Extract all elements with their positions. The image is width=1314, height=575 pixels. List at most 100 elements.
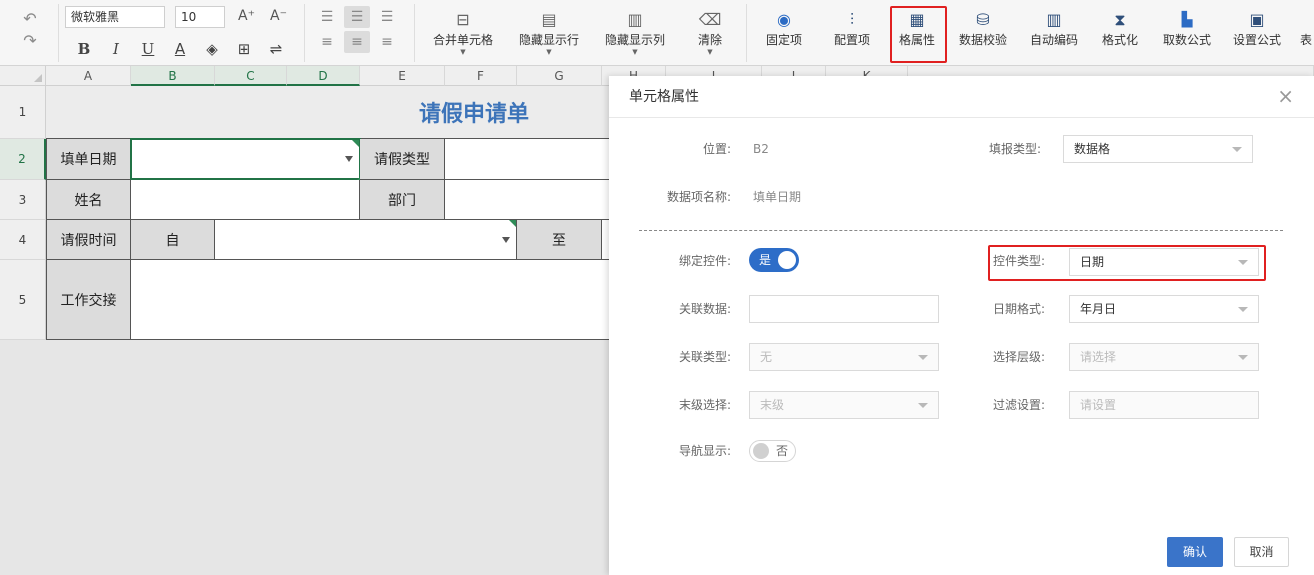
border-icon[interactable]: ⊞ [228, 38, 260, 60]
control-type-select[interactable]: 日期 [1069, 248, 1259, 276]
cell-from-input[interactable] [215, 220, 517, 260]
font-family-select[interactable]: 微软雅黑 [65, 6, 165, 28]
freeze-icon: ◉ [777, 10, 791, 29]
select-level-select[interactable]: 请选择 [1069, 343, 1259, 371]
date-format-select[interactable]: 年月日 [1069, 295, 1259, 323]
cell-marker-icon [509, 220, 516, 227]
font-size-select[interactable]: 10 [175, 6, 225, 28]
select-level-placeholder: 请选择 [1080, 350, 1117, 364]
cell-leave-type-label[interactable]: 请假类型 [360, 139, 445, 180]
chevron-down-icon[interactable] [502, 236, 510, 243]
redo-icon[interactable]: ↷ [14, 30, 46, 52]
align-left-icon[interactable]: ☰ [314, 6, 340, 28]
cancel-button[interactable]: 取消 [1234, 537, 1289, 567]
chevron-down-icon [1238, 355, 1248, 360]
confirm-button[interactable]: 确认 [1167, 537, 1223, 567]
cell-handover-label[interactable]: 工作交接 [46, 260, 131, 340]
config-label: 配置项 [833, 33, 870, 47]
cell-marker-icon [352, 140, 359, 147]
undo-icon[interactable]: ↶ [14, 8, 46, 30]
control-type-value: 日期 [1080, 255, 1105, 269]
text-format-group: B I U A ◈ ⊞ ⇌ [68, 38, 292, 60]
filter-input[interactable]: 请设置 [1069, 391, 1259, 419]
config-button[interactable]: ⫶ 配置项 [828, 8, 876, 60]
select-all-corner[interactable] [0, 66, 46, 86]
align-right-icon[interactable]: ☰ [374, 6, 400, 28]
divider [746, 4, 747, 62]
auto-code-button[interactable]: ▥ 自动编码 [1026, 8, 1082, 60]
column-header[interactable]: C [215, 66, 287, 86]
data-item-label: 数据项名称: [666, 190, 731, 204]
clear-label: 清除 [697, 33, 722, 47]
divider [304, 4, 305, 62]
valign-bottom-icon[interactable]: ≡ [374, 31, 400, 53]
related-type-select[interactable]: 无 [749, 343, 939, 371]
close-icon[interactable]: × [1277, 86, 1294, 106]
hide-columns-button[interactable]: ▥ 隐藏显示列 ▼ [602, 8, 668, 60]
table-icon [1298, 8, 1314, 32]
fill-type-select[interactable]: 数据格 [1063, 135, 1253, 163]
formatting-button[interactable]: ⧗ 格式化 [1096, 8, 1144, 60]
cell-name-input[interactable] [131, 180, 360, 220]
related-data-input[interactable] [749, 295, 939, 323]
chevron-down-icon [918, 355, 928, 360]
italic-button[interactable]: I [100, 38, 132, 60]
valign-middle-icon[interactable]: ≡ [344, 31, 370, 53]
related-type-label: 关联类型: [678, 350, 731, 364]
cell-leave-time-label[interactable]: 请假时间 [46, 220, 131, 260]
select-level-label: 选择层级: [992, 350, 1045, 364]
clear-button[interactable]: ⌫ 清除 ▼ [688, 8, 732, 60]
hide-rows-button[interactable]: ▤ 隐藏显示行 ▼ [516, 8, 582, 60]
column-header[interactable]: E [360, 66, 445, 86]
column-header[interactable]: A [46, 66, 131, 86]
chevron-down-icon[interactable] [345, 156, 353, 162]
divider [58, 4, 59, 62]
chevron-down-icon: ▼ [632, 48, 638, 56]
fetch-formula-button[interactable]: ▙ 取数公式 [1160, 8, 1214, 60]
merge-cells-button[interactable]: ⊟ 合并单元格 ▼ [430, 8, 496, 60]
dialog-title: 单元格属性 [609, 76, 1314, 118]
bind-control-toggle[interactable]: 是 [749, 248, 799, 272]
fill-color-icon[interactable]: ◈ [196, 38, 228, 60]
column-header[interactable]: D [287, 66, 360, 86]
underline-button[interactable]: U [132, 38, 164, 60]
row-header[interactable]: 1 [0, 86, 46, 139]
toggle-on-text: 是 [759, 253, 772, 267]
column-header[interactable]: G [517, 66, 602, 86]
chevron-down-icon [1232, 147, 1242, 152]
cell-fill-date-input[interactable] [130, 138, 362, 181]
cell-name-label[interactable]: 姓名 [46, 180, 131, 220]
last-level-select[interactable]: 末级 [749, 391, 939, 419]
data-validate-button[interactable]: ⛁ 数据校验 [956, 8, 1010, 60]
row-header[interactable]: 4 [0, 220, 46, 260]
row-header[interactable]: 3 [0, 180, 46, 220]
cell-to-label[interactable]: 至 [517, 220, 602, 260]
font-color-button[interactable]: A [164, 38, 196, 60]
date-format-value: 年月日 [1080, 302, 1117, 316]
cell-dept-label[interactable]: 部门 [360, 180, 445, 220]
decrease-font-icon[interactable]: A⁻ [270, 8, 287, 24]
hide-columns-icon: ▥ [627, 10, 643, 29]
column-header[interactable]: B [131, 66, 215, 86]
valign-top-icon[interactable]: ≡ [314, 31, 340, 53]
align-center-icon[interactable]: ☰ [344, 6, 370, 28]
cell-fill-date-label[interactable]: 填单日期 [46, 139, 131, 180]
bind-control-label: 绑定控件: [678, 254, 731, 268]
table-button[interactable]: 表 [1298, 8, 1314, 60]
row-header[interactable]: 5 [0, 260, 46, 340]
nav-display-toggle[interactable]: 否 [749, 440, 796, 462]
related-type-value: 无 [760, 350, 773, 364]
freeze-button[interactable]: ◉ 固定项 [760, 8, 808, 60]
alignment-group: ☰ ☰ ☰ ≡ ≡ ≡ [312, 6, 408, 56]
fill-type-label: 填报类型: [988, 142, 1041, 156]
undo-redo-group: ↶ ↷ [14, 8, 46, 52]
wrap-text-icon[interactable]: ⇌ [260, 38, 292, 60]
set-formula-button[interactable]: ▣ 设置公式 [1230, 8, 1284, 60]
bold-button[interactable]: B [68, 38, 100, 60]
nav-display-label: 导航显示: [678, 444, 731, 458]
column-header[interactable]: F [445, 66, 517, 86]
cell-from-label[interactable]: 自 [131, 220, 215, 260]
increase-font-icon[interactable]: A⁺ [238, 8, 255, 24]
formatting-label: 格式化 [1101, 33, 1138, 47]
row-header[interactable]: 2 [0, 139, 46, 180]
